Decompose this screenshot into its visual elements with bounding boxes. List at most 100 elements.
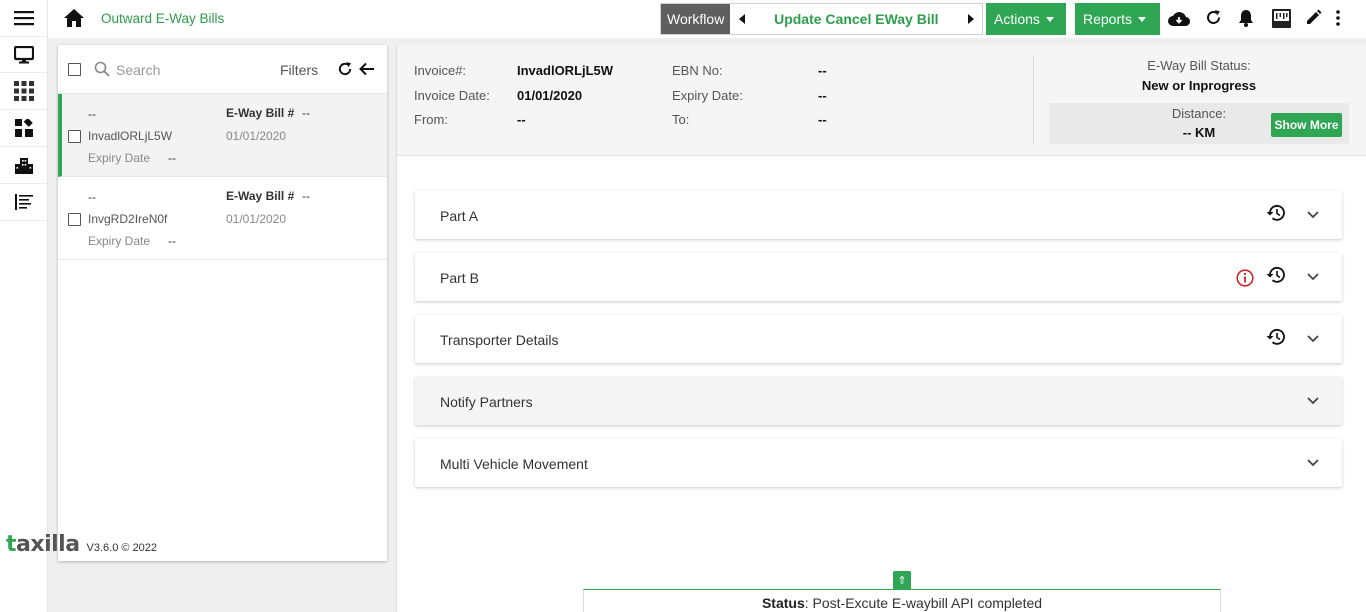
top-bar: Outward E-Way Bills Workflow Update Canc… [48,0,1366,38]
section-multi-vehicle-movement[interactable]: Multi Vehicle Movement [415,439,1342,487]
bell-icon[interactable] [1238,9,1254,27]
chevron-down-icon[interactable] [1307,397,1319,405]
arrow-left-icon[interactable] [359,61,375,77]
select-all-checkbox[interactable] [68,63,81,76]
reports-label: Reports [1083,11,1133,27]
list-item-title: -- [88,190,96,204]
expiry-date-value: -- [818,88,827,103]
list-item-checkbox[interactable] [68,213,81,226]
chevron-down-icon[interactable] [1307,211,1319,219]
show-more-button[interactable]: Show More [1271,113,1342,137]
list-item[interactable]: -- E-Way Bill # -- InvgRD2IreN0f 01/01/2… [58,177,387,260]
rail-item-widgets[interactable] [0,110,48,147]
invoice-summary: Invoice#: InvadlORLjL5W Invoice Date: 01… [397,45,1366,156]
menu-button[interactable] [0,0,48,36]
section-title: Multi Vehicle Movement [440,456,588,472]
caret-down-icon [1138,16,1147,22]
list-header: Search Filters [58,45,387,94]
ewb-number-value: -- [302,189,310,203]
section-title: Transporter Details [440,332,559,348]
status-text: : Post-Excute E-waybill API completed [804,595,1043,611]
rail-item-reports[interactable] [0,184,48,221]
filters-button[interactable]: Filters [280,62,318,78]
history-icon[interactable] [1266,328,1286,346]
workflow-navigator: Workflow Update Cancel EWay Bill [660,3,984,35]
chevron-down-icon[interactable] [1307,335,1319,343]
from-value: -- [517,112,526,127]
rail-item-dashboard[interactable] [0,36,48,73]
distance-box: Distance: -- KM Show More [1049,103,1349,144]
to-label: To: [672,112,690,127]
rail-item-apps[interactable] [0,73,48,110]
refresh-list-icon[interactable] [337,61,353,77]
expiry-date-label: Expiry Date: [672,88,743,103]
workflow-current-step[interactable]: Update Cancel EWay Bill [754,4,959,34]
section-title: Part A [440,208,479,224]
expiry-date-value: -- [168,151,176,165]
section-part-b[interactable]: Part B [415,253,1342,301]
ebn-label: EBN No: [672,63,723,78]
section-notify-partners[interactable]: Notify Partners [415,377,1342,425]
app-version: V3.6.0 © 2022 [86,542,158,554]
to-value: -- [818,112,827,127]
caret-right-icon [967,14,974,24]
workflow-label[interactable]: Workflow [661,4,731,34]
search-icon [94,61,110,77]
workflow-next-button[interactable] [958,4,983,34]
refresh-icon[interactable] [1205,9,1222,26]
taxilla-logo: ttaxillaaxilla [6,532,80,557]
invoice-date: 01/01/2020 [226,129,287,143]
cloud-download-icon[interactable] [1168,11,1190,27]
page-title: Outward E-Way Bills [101,11,225,26]
home-icon[interactable] [64,9,84,27]
chevron-down-icon[interactable] [1307,459,1319,467]
dashboard-widgets-icon [15,119,33,137]
list-item[interactable]: -- E-Way Bill # -- InvadlORLjL5W 01/01/2… [58,94,387,177]
search-input[interactable]: Search [116,62,160,78]
actions-label: Actions [994,11,1040,27]
ebn-value: -- [818,63,827,78]
list-item-checkbox[interactable] [68,130,81,143]
rail-item-organization[interactable] [0,147,48,184]
invoice-number: InvadlORLjL5W [88,129,173,143]
section-title: Notify Partners [440,394,533,410]
invoice-date: 01/01/2020 [226,212,287,226]
apps-grid-icon [14,81,34,101]
detail-panel: Invoice#: InvadlORLjL5W Invoice Date: 01… [396,45,1366,612]
workflow-prev-button[interactable] [730,4,755,34]
history-icon[interactable] [1266,266,1286,284]
edit-pencil-icon[interactable] [1305,9,1322,26]
status-bar: Status: Post-Excute E-waybill API comple… [583,589,1221,612]
invoice-date-value: 01/01/2020 [517,88,583,103]
caret-down-icon [1045,16,1054,22]
invoice-date-label: Invoice Date: [414,88,490,103]
hamburger-icon [14,11,34,26]
ruler-icon[interactable] [1271,8,1292,29]
chevron-down-icon[interactable] [1307,273,1319,281]
history-icon[interactable] [1266,204,1286,222]
section-title: Part B [440,270,479,286]
expiry-date-label: Expiry Date [88,234,151,248]
more-vertical-icon[interactable] [1335,9,1341,27]
ewb-status-value: New or Inprogress [1141,78,1257,93]
invoice-number-value: InvadlORLjL5W [517,63,614,78]
ewb-status-label: E-Way Bill Status: [1147,58,1251,73]
section-transporter-details[interactable]: Transporter Details [415,315,1342,363]
actions-dropdown-button[interactable]: Actions [986,3,1066,35]
invoice-number: InvgRD2IreN0f [88,212,168,226]
ewb-number-label: E-Way Bill # [226,106,295,120]
status-label: Status [761,595,805,611]
status-expand-button[interactable]: ⇑ [893,571,911,589]
list-item-title: -- [88,107,96,121]
monitor-icon [14,45,34,63]
expiry-date-label: Expiry Date [88,151,151,165]
divider [1033,56,1034,144]
invoice-number-label: Invoice#: [414,63,467,78]
double-arrow-up-icon: ⇑ [897,574,907,587]
section-part-a[interactable]: Part A [415,191,1342,239]
reports-dropdown-button[interactable]: Reports [1075,3,1160,35]
caret-left-icon [738,14,745,24]
brand-footer: ttaxillaaxilla V3.6.0 © 2022 [6,532,157,557]
error-info-icon[interactable] [1236,269,1254,287]
building-icon [15,158,33,174]
